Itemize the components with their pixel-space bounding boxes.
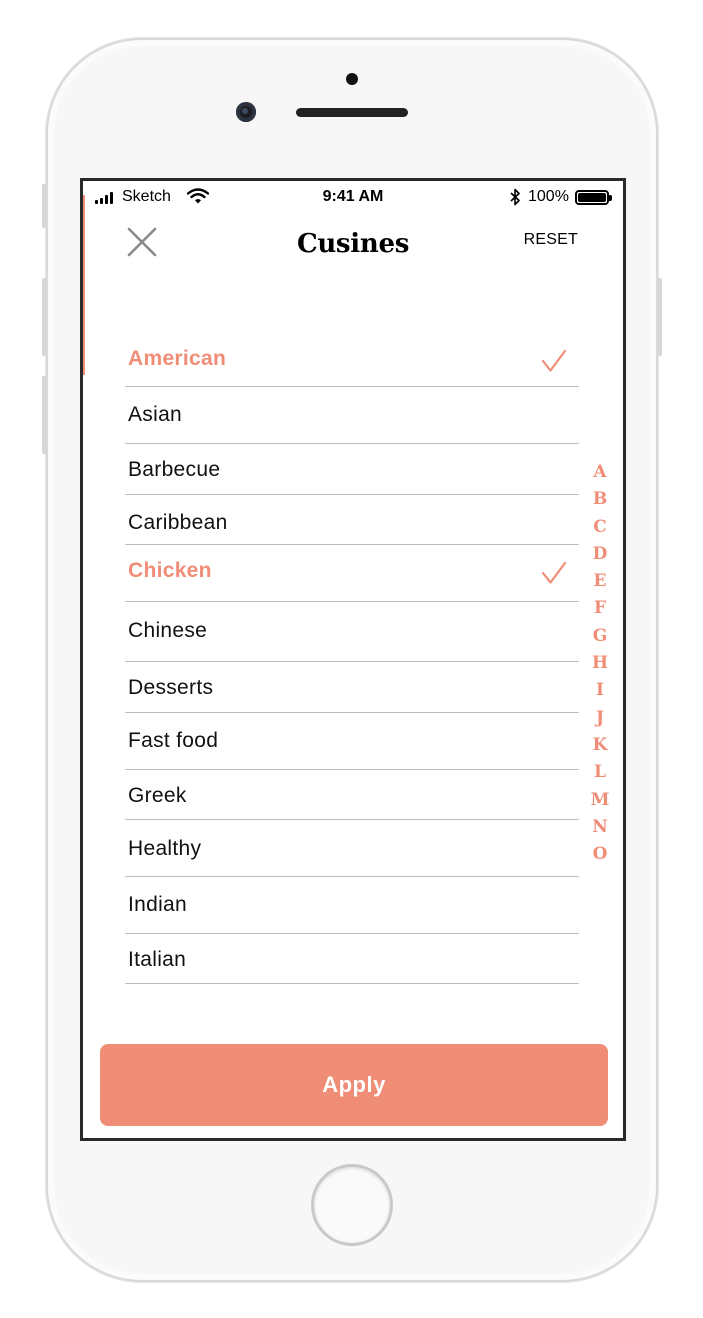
list-item-label: Healthy xyxy=(128,837,202,860)
list-item-label: Greek xyxy=(128,784,187,807)
alphabet-letter-h[interactable]: H xyxy=(587,650,613,677)
alphabet-letter-i[interactable]: I xyxy=(587,677,613,704)
alphabet-letter-l[interactable]: L xyxy=(587,759,613,786)
app-screen: Sketch 9:41 AM 100% Cusines RESET Americ… xyxy=(80,178,626,1141)
earpiece-speaker xyxy=(296,108,408,117)
alphabet-letter-f[interactable]: F xyxy=(587,595,613,622)
list-item[interactable]: Desserts xyxy=(125,662,579,713)
alphabet-letter-e[interactable]: E xyxy=(587,568,613,595)
list-item-label: Fast food xyxy=(128,729,219,752)
bluetooth-icon xyxy=(510,188,520,206)
list-item-label: Asian xyxy=(128,403,183,426)
battery-percent: 100% xyxy=(528,188,569,205)
apply-button[interactable]: Apply xyxy=(100,1044,608,1126)
list-item[interactable]: Barbecue xyxy=(125,444,579,495)
alphabet-letter-b[interactable]: B xyxy=(587,486,613,513)
list-item[interactable]: Chinese xyxy=(125,602,579,662)
alphabet-letter-n[interactable]: N xyxy=(587,814,613,841)
status-bar: Sketch 9:41 AM 100% xyxy=(83,181,623,215)
list-item[interactable]: Caribbean xyxy=(125,495,579,545)
front-camera xyxy=(236,102,256,122)
silent-switch xyxy=(42,184,47,228)
list-item-label: Italian xyxy=(128,948,187,971)
volume-down-button xyxy=(42,376,47,454)
list-item[interactable]: Italian xyxy=(125,934,579,984)
reset-button[interactable]: RESET xyxy=(524,231,578,249)
power-button xyxy=(657,278,662,356)
list-item-label: Desserts xyxy=(128,676,214,699)
alphabet-letter-o[interactable]: O xyxy=(587,841,613,868)
list-item-label: American xyxy=(128,347,227,370)
list-item[interactable]: Chicken xyxy=(125,545,579,602)
battery-icon xyxy=(575,190,612,205)
list-item[interactable]: Fast food xyxy=(125,713,579,770)
list-item-label: Chinese xyxy=(128,619,208,642)
list-item-label: Caribbean xyxy=(128,511,228,534)
list-item[interactable]: Healthy xyxy=(125,820,579,877)
cuisine-list: American Asian Barbecue Caribbean Chicken Chi… xyxy=(125,333,579,984)
home-button[interactable] xyxy=(311,1164,393,1246)
checkmark-icon xyxy=(541,349,567,372)
volume-up-button xyxy=(42,278,47,356)
alphabet-letter-m[interactable]: M xyxy=(587,787,613,814)
list-item-label: Chicken xyxy=(128,559,212,582)
list-item-label: Barbecue xyxy=(128,458,221,481)
alphabet-letter-j[interactable]: J xyxy=(587,705,613,732)
list-item-label: Indian xyxy=(128,893,188,916)
alphabet-index[interactable]: ABCDEFGHIJKLMNO xyxy=(587,459,613,868)
checkmark-icon xyxy=(541,561,567,584)
list-item[interactable]: Asian xyxy=(125,387,579,444)
proximity-sensor xyxy=(346,73,358,85)
list-item[interactable]: Greek xyxy=(125,770,579,820)
alphabet-letter-k[interactable]: K xyxy=(587,732,613,759)
list-item[interactable]: American xyxy=(125,333,579,387)
alphabet-letter-d[interactable]: D xyxy=(587,541,613,568)
alphabet-letter-a[interactable]: A xyxy=(587,459,613,486)
alphabet-letter-c[interactable]: C xyxy=(587,514,613,541)
list-item[interactable]: Indian xyxy=(125,877,579,934)
alphabet-letter-g[interactable]: G xyxy=(587,623,613,650)
accent-edge xyxy=(83,195,85,375)
